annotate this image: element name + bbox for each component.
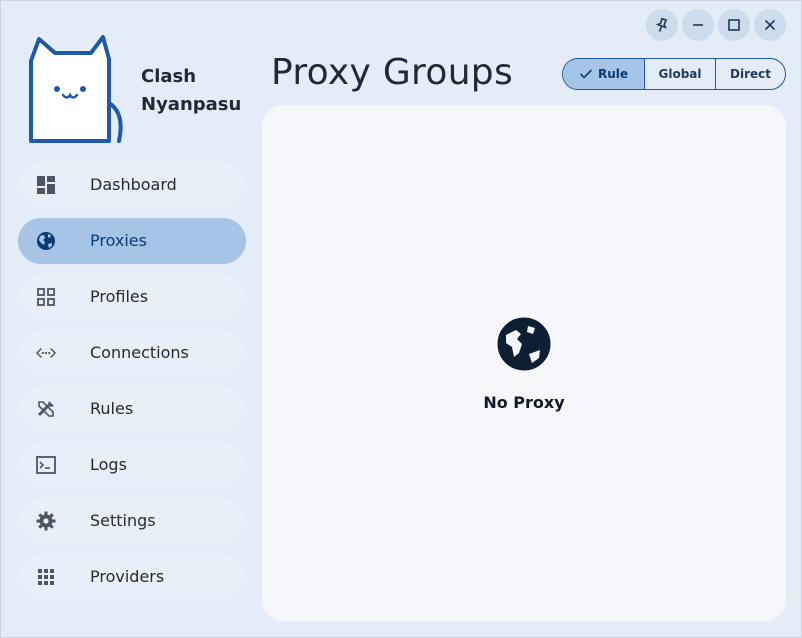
empty-state-text: No Proxy [483, 393, 565, 412]
pin-button[interactable] [646, 9, 678, 41]
cat-logo-icon [29, 35, 123, 143]
sidebar-item-providers[interactable]: Providers [18, 554, 246, 600]
mode-global-button[interactable]: Global [644, 59, 715, 89]
maximize-icon [728, 19, 740, 31]
app-name-line2: Nyanpasu [141, 94, 242, 115]
minimize-button[interactable] [682, 9, 714, 41]
grid-icon [36, 287, 56, 307]
sidebar-item-label: Connections [90, 343, 189, 362]
proxy-groups-panel: No Proxy [262, 105, 786, 621]
apps-icon [36, 567, 56, 587]
mode-direct-label: Direct [730, 67, 771, 81]
sidebar-item-dashboard[interactable]: Dashboard [18, 162, 246, 208]
maximize-button[interactable] [718, 9, 750, 41]
sidebar-item-settings[interactable]: Settings [18, 498, 246, 544]
sidebar-item-proxies[interactable]: Proxies [18, 218, 246, 264]
globe-icon [36, 231, 56, 251]
tools-icon [36, 399, 56, 419]
pin-icon [655, 17, 668, 32]
mode-rule-button[interactable]: Rule [563, 59, 644, 89]
page-title: Proxy Groups [271, 52, 514, 93]
sidebar-item-label: Proxies [90, 231, 147, 250]
sidebar-item-rules[interactable]: Rules [18, 386, 246, 432]
sidebar-item-label: Rules [90, 399, 134, 418]
app-name-line1: Clash [141, 66, 197, 87]
check-icon [579, 68, 593, 80]
code-arrows-icon [36, 343, 56, 363]
sidebar-item-label: Settings [90, 511, 156, 530]
sidebar-item-logs[interactable]: Logs [18, 442, 246, 488]
terminal-icon [36, 455, 56, 475]
sidebar-item-label: Dashboard [90, 175, 177, 194]
mode-direct-button[interactable]: Direct [715, 59, 785, 89]
proxy-mode-toggle: Rule Global Direct [562, 58, 786, 90]
gear-icon [36, 511, 56, 531]
sidebar-item-label: Logs [90, 455, 127, 474]
sidebar-item-label: Profiles [90, 287, 149, 306]
mode-global-label: Global [658, 67, 702, 81]
globe-icon [497, 317, 551, 371]
close-button[interactable] [754, 9, 786, 41]
mode-rule-label: Rule [597, 67, 629, 81]
sidebar-item-connections[interactable]: Connections [18, 330, 246, 376]
sidebar-item-profiles[interactable]: Profiles [18, 274, 246, 320]
app-name: Clash Nyanpasu [141, 63, 241, 119]
minimize-icon [693, 24, 703, 26]
app-window: Clash Nyanpasu Dashboard Proxies Profile… [0, 0, 802, 638]
sidebar-item-label: Providers [90, 567, 165, 586]
dashboard-icon [36, 175, 56, 195]
close-icon [764, 19, 776, 31]
